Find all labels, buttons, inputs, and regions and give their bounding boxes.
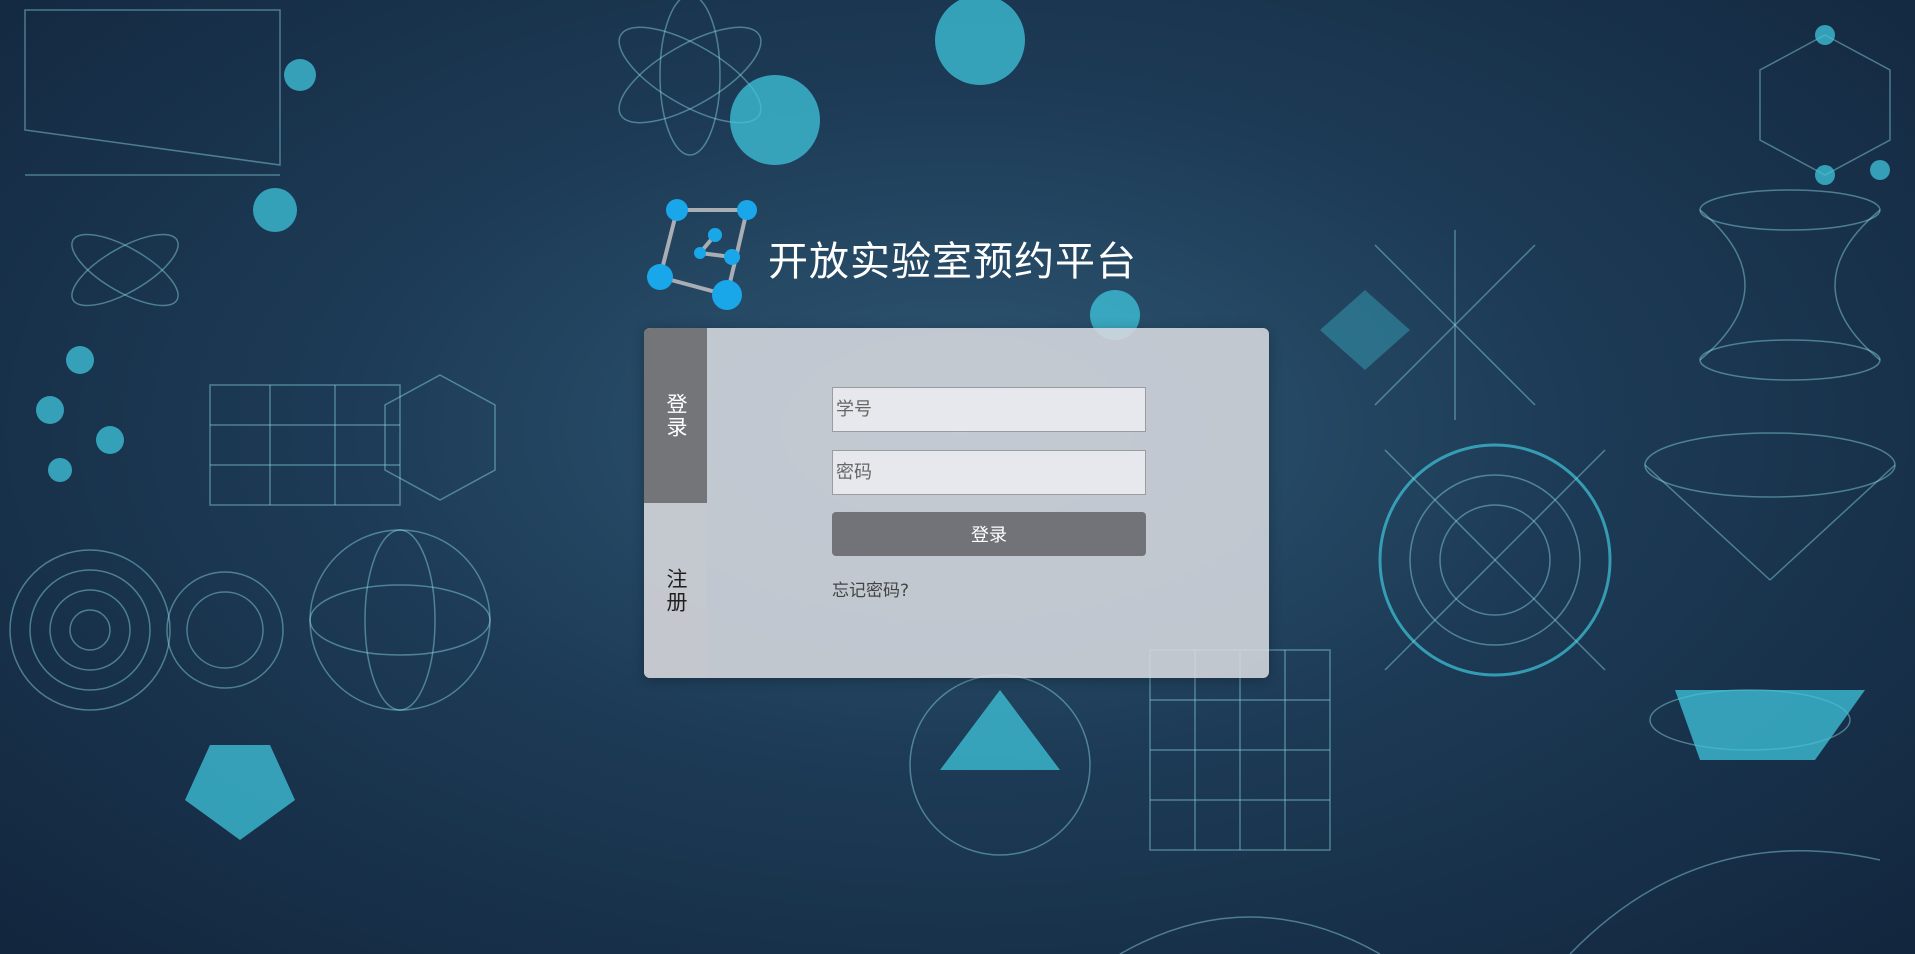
- auth-tabs: 登录 注册: [644, 328, 707, 678]
- platform-title: 开放实验室预约平台: [768, 239, 1137, 285]
- auth-card: 登录 注册 登录 忘记密码?: [644, 328, 1269, 678]
- molecule-cube-icon: [647, 199, 757, 310]
- tab-register[interactable]: 注册: [644, 503, 707, 678]
- brand-header: 开放实验室预约平台: [645, 195, 1145, 315]
- login-form: 登录 忘记密码?: [832, 387, 1146, 601]
- forgot-password-link[interactable]: 忘记密码?: [832, 576, 909, 601]
- password-input[interactable]: [832, 450, 1146, 495]
- tab-register-label: 注册: [664, 567, 688, 614]
- student-id-input[interactable]: [832, 387, 1146, 432]
- tab-login[interactable]: 登录: [644, 328, 707, 503]
- tab-login-label: 登录: [664, 392, 688, 439]
- login-button[interactable]: 登录: [832, 512, 1146, 556]
- login-page: 开放实验室预约平台 登录 注册 登录 忘记密码?: [0, 0, 1915, 954]
